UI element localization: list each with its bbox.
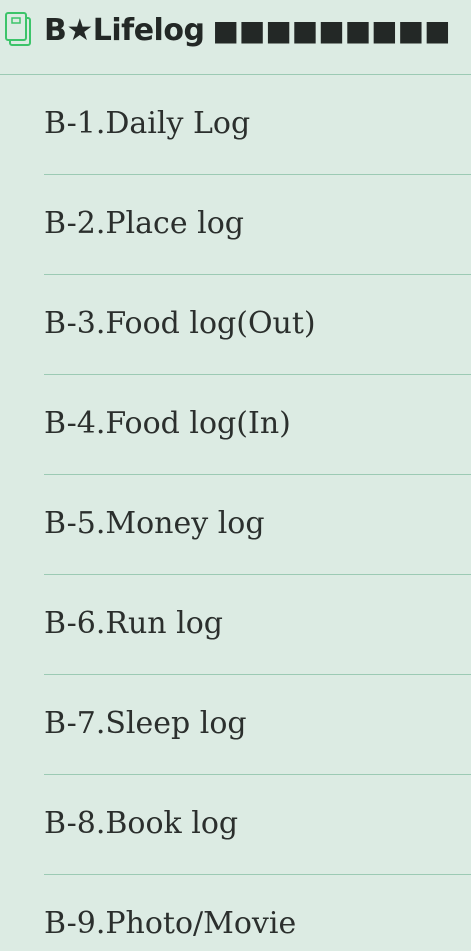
log-list: B-1.Daily Log B-2.Place log B-3.Food log… — [0, 75, 471, 951]
list-item-label: B-9.Photo/Movie — [44, 906, 297, 941]
list-item[interactable]: B-4.Food log(In) — [44, 375, 471, 475]
list-item[interactable]: B-9.Photo/Movie — [44, 875, 471, 951]
list-item-label: B-8.Book log — [44, 805, 239, 841]
folder-header[interactable]: B★Lifelog ■■■■■■■■■ — [0, 0, 471, 75]
list-item-label: B-2.Place log — [44, 205, 244, 241]
list-item-label: B-5.Money log — [44, 505, 265, 541]
list-item[interactable]: B-6.Run log — [44, 575, 471, 675]
list-item[interactable]: B-1.Daily Log — [44, 75, 471, 175]
folder-title: B★Lifelog — [44, 13, 205, 48]
lifelog-panel: B★Lifelog ■■■■■■■■■ B-1.Daily Log B-2.Pl… — [0, 0, 471, 951]
list-item[interactable]: B-5.Money log — [44, 475, 471, 575]
list-item-label: B-4.Food log(In) — [44, 405, 291, 441]
list-item-label: B-1.Daily Log — [44, 105, 251, 141]
list-item[interactable]: B-8.Book log — [44, 775, 471, 875]
list-item[interactable]: B-3.Food log(Out) — [44, 275, 471, 375]
list-item-label: B-6.Run log — [44, 605, 223, 641]
notebook-icon — [5, 12, 31, 46]
list-item[interactable]: B-2.Place log — [44, 175, 471, 275]
list-item[interactable]: B-7.Sleep log — [44, 675, 471, 775]
folder-title-extra: ■■■■■■■■■ — [212, 14, 451, 47]
list-item-label: B-3.Food log(Out) — [44, 305, 316, 341]
list-item-label: B-7.Sleep log — [44, 705, 247, 741]
